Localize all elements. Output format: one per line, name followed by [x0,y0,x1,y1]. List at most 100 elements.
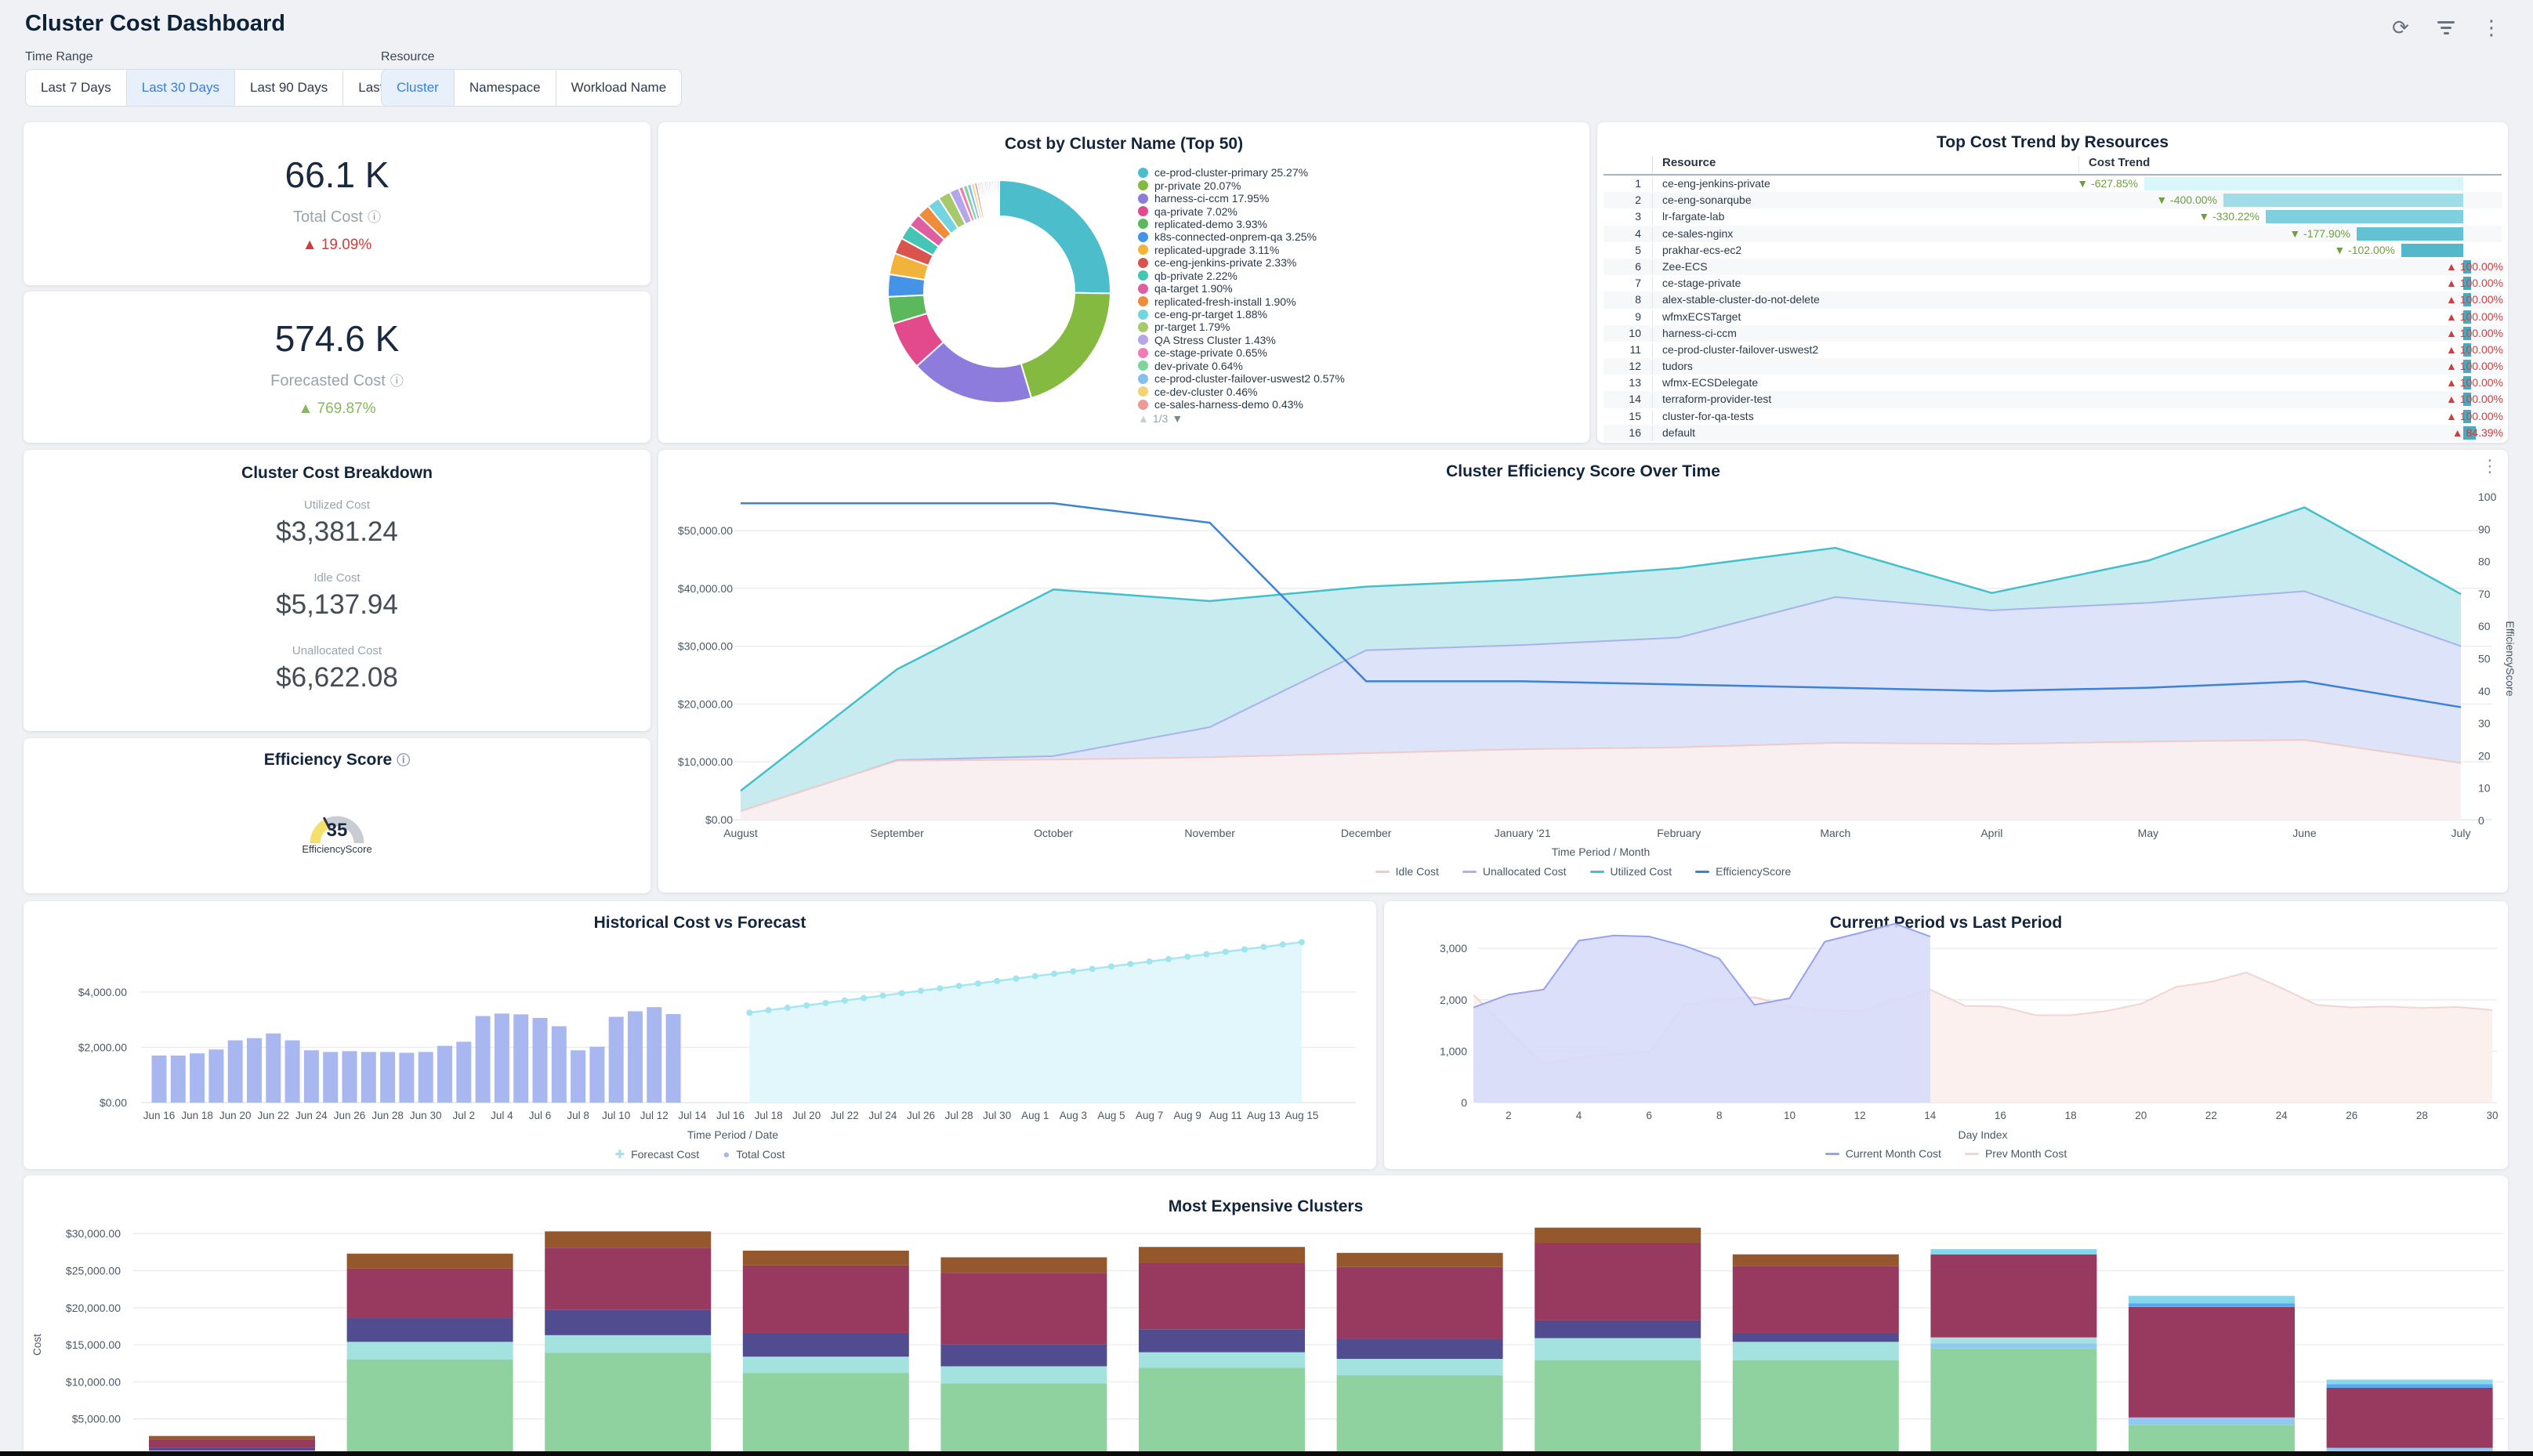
top-cost-trend-table: ResourceCost Trend1ce-eng-jenkins-privat… [1604,154,2502,440]
row-rank: 10 [1604,327,1641,339]
donut-legend-item: qa-target 1.90% [1138,282,1345,295]
top-cost-trend-card: Top Cost Trend by Resources ResourceCost… [1597,122,2508,443]
trend-value: ▼ -177.90% [2289,227,2350,240]
y-axis-tick-right: 70 [2478,588,2491,600]
stacked-bar-segment [743,1333,909,1356]
legend-page-next-icon[interactable]: ▼ [1172,412,1183,425]
donut-legend: ce-prod-cluster-primary 25.27%pr-private… [1138,166,1345,425]
resource-option-cluster[interactable]: Cluster [382,70,455,106]
info-icon[interactable]: ⓘ [397,753,410,768]
table-row: 16default▲ 84.39% [1604,425,2502,441]
x-axis-tick: Jun 20 [219,1110,252,1121]
total-cost-bar [589,1047,604,1103]
stacked-bar-segment [1139,1329,1305,1352]
x-axis-tick: Aug 1 [1021,1110,1049,1121]
x-axis-tick: June [2292,827,2317,839]
row-cost-trend: ▲ 100.00% [2078,259,2506,275]
stacked-bar-segment [1337,1267,1503,1339]
trend-bar [2144,177,2463,190]
time-range-option-last-7-days[interactable]: Last 7 Days [26,70,127,106]
total-cost-bar [513,1014,528,1103]
y-axis-tick-left: $30,000.00 [678,640,733,653]
donut-legend-label: QA Stress Cluster 1.43% [1154,334,1276,346]
row-cost-trend: ▼ -102.00% [2078,242,2506,259]
filter-icon[interactable] [2434,16,2458,39]
time-range-option-last-30-days[interactable]: Last 30 Days [127,70,235,106]
y-axis-tick-right: 80 [2478,556,2491,568]
y-axis-tick-left: $10,000.00 [678,755,733,768]
legend-dot-icon [1138,284,1148,294]
row-resource: ce-sales-nginx [1652,227,2072,242]
row-cost-trend: ▲ 100.00% [2078,292,2506,308]
y-axis-tick: $4,000.00 [78,986,127,998]
forecast-marker [1280,941,1286,947]
kebab-menu-icon[interactable]: ⋮ [2480,16,2503,39]
x-axis-tick: July [2451,827,2471,839]
idle-cost-value: $5,137.94 [24,589,650,621]
row-rank: 11 [1604,343,1641,356]
info-icon[interactable]: ⓘ [368,210,381,225]
legend-label: Idle Cost [1396,865,1439,878]
row-cost-trend: ▼ -400.00% [2078,192,2506,208]
legend-item: EfficiencyScore [1695,865,1791,878]
table-row: 5prakhar-ecs-ec2▼ -102.00% [1604,242,2502,259]
legend-label: Current Month Cost [1846,1147,1941,1160]
x-axis-tick: Jul 22 [831,1110,859,1121]
total-cost-bar [285,1041,300,1103]
legend-label: EfficiencyScore [1716,865,1791,878]
legend-marker-icon: ✚ [614,1147,625,1161]
resource-option-namespace[interactable]: Namespace [455,70,556,106]
total-cost-bar [495,1013,509,1103]
donut-legend-label: qa-target 1.90% [1154,282,1233,295]
total-cost-value: 66.1 K [285,154,390,196]
x-axis-tick: Aug 15 [1285,1110,1319,1121]
total-cost-bar [399,1052,414,1103]
forecasted-cost-delta: ▲ 769.87% [298,400,375,418]
x-axis-tick: 14 [1924,1110,1937,1121]
resource-option-workload-name[interactable]: Workload Name [556,70,682,106]
legend-item: Utilized Cost [1590,865,1672,878]
info-icon[interactable]: ⓘ [390,374,404,389]
x-axis-tick: Aug 11 [1209,1110,1242,1121]
forecast-marker [861,995,867,1001]
stacked-bar-segment [1535,1243,1701,1320]
total-cost-bar [628,1012,643,1103]
donut-legend-item: replicated-fresh-install 1.90% [1138,295,1345,307]
x-axis-tick: 4 [1576,1110,1582,1121]
trend-value: ▼ -102.00% [2334,244,2395,256]
x-axis-tick: Jul 28 [945,1110,973,1121]
row-resource: alex-stable-cluster-do-not-delete [1652,293,2072,308]
legend-dash-icon [1590,871,1604,873]
legend-dot-icon [1138,219,1148,229]
y-axis-tick-right: 60 [2478,620,2491,632]
trend-value: ▲ 100.00% [2446,376,2503,389]
x-axis-tick: Jul 12 [640,1110,669,1121]
legend-dash-icon [1462,871,1477,873]
total-cost-bar [323,1052,338,1103]
donut-legend-label: harness-ci-ccm 17.95% [1154,192,1269,205]
x-axis-tick: March [1820,827,1850,839]
refresh-icon[interactable]: ⟳ [2389,16,2412,39]
row-cost-trend: ▲ 84.39% [2078,425,2506,441]
table-row: 3 lr-fargate-lab ▼ -330.22% [1604,208,2502,225]
total-cost-bar [247,1038,262,1103]
row-rank: 7 [1604,277,1641,289]
stacked-bar-segment [940,1344,1107,1366]
stacked-bar-segment [1535,1320,1701,1338]
time-range-option-last-90-days[interactable]: Last 90 Days [235,70,343,106]
y-axis-tick: $15,000.00 [66,1338,121,1351]
legend-dot-icon [1138,386,1148,397]
breakdown-item: Idle Cost $5,137.94 [24,571,650,621]
forecast-marker [1147,958,1153,965]
stacked-bar-segment [1535,1338,1701,1360]
stacked-bar-segment [940,1367,1107,1384]
trend-value: ▼ -330.22% [2198,210,2259,223]
row-rank: 3 [1604,210,1641,223]
donut-legend-label: ce-prod-cluster-primary 25.27% [1154,166,1308,179]
legend-page-prev-icon[interactable]: ▲ [1138,412,1149,425]
forecast-marker [803,1002,810,1009]
stacked-bar-segment [940,1383,1107,1456]
row-resource: lr-fargate-lab [1652,210,2072,225]
current-vs-last-legend: Current Month CostPrev Month Cost [1384,1147,2508,1160]
current-vs-last-chart: 3,0002,0001,0000246810121416182022242628… [1384,901,2508,1144]
